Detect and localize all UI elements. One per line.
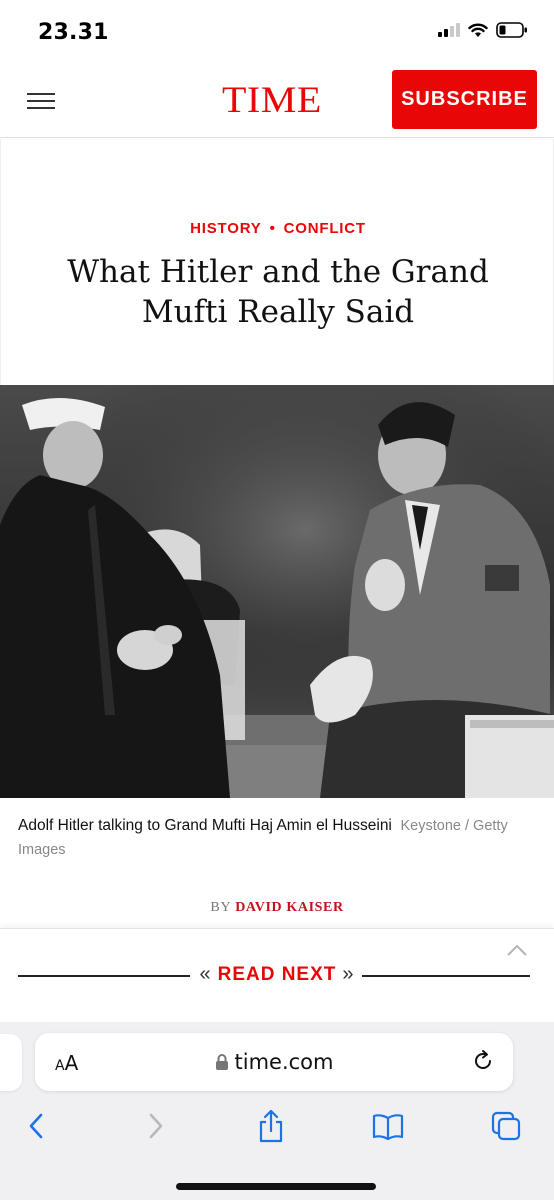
status-time: 23.31 [38, 20, 109, 45]
previous-tab-stub[interactable] [0, 1034, 22, 1091]
site-header: TIME SUBSCRIBE [0, 62, 554, 138]
safari-bottom-bar: AA time.com [0, 1022, 554, 1200]
share-button[interactable] [251, 1106, 291, 1146]
time-logo[interactable]: TIME [222, 78, 322, 121]
bookmarks-button[interactable] [368, 1106, 408, 1146]
double-chevron-left-icon: « [199, 963, 212, 985]
wifi-icon [468, 23, 488, 37]
cellular-signal-icon [438, 23, 460, 37]
byline-prefix: BY [210, 900, 231, 915]
subscribe-button[interactable]: SUBSCRIBE [392, 70, 537, 129]
article-tags: HISTORY • CONFLICT [1, 220, 554, 237]
tabs-icon [491, 1111, 521, 1141]
forward-button[interactable] [136, 1106, 176, 1146]
status-icons [438, 22, 528, 38]
article-headline: What Hitler and the Grand Mufti Really S… [67, 254, 489, 330]
reload-icon[interactable] [471, 1049, 495, 1073]
tag-history[interactable]: HISTORY [190, 220, 261, 237]
chevron-left-icon [29, 1113, 43, 1139]
tabs-button[interactable] [486, 1106, 526, 1146]
caption-text: Adolf Hitler talking to Grand Mufti Haj … [18, 817, 392, 834]
url-display[interactable]: time.com [35, 1050, 513, 1074]
battery-icon [496, 22, 527, 38]
tag-separator: • [269, 220, 276, 237]
read-next-panel[interactable]: «READ NEXT» [0, 928, 554, 1022]
address-bar[interactable]: AA time.com [35, 1033, 513, 1091]
home-indicator[interactable] [176, 1183, 376, 1190]
double-chevron-right-icon: » [342, 963, 355, 985]
status-bar: 23.31 [0, 0, 554, 62]
article-hero-image [0, 385, 554, 798]
chevron-up-icon[interactable] [506, 943, 528, 957]
browser-toolbar [0, 1106, 554, 1150]
tag-conflict[interactable]: CONFLICT [284, 220, 366, 237]
image-caption: Adolf Hitler talking to Grand Mufti Haj … [18, 814, 538, 862]
lock-icon [215, 1054, 228, 1070]
read-next-label: «READ NEXT» [0, 963, 554, 986]
url-text: time.com [234, 1050, 334, 1074]
book-icon [372, 1114, 404, 1140]
menu-icon[interactable] [27, 93, 55, 109]
article-header: HISTORY • CONFLICT What Hitler and the Gra… [0, 139, 554, 385]
share-icon [259, 1109, 283, 1143]
back-button[interactable] [16, 1106, 56, 1146]
author-link[interactable]: DAVID KAISER [235, 900, 343, 915]
byline: BY DAVID KAISER [0, 900, 554, 916]
chevron-right-icon [149, 1113, 163, 1139]
read-next-text: READ NEXT [217, 964, 337, 985]
